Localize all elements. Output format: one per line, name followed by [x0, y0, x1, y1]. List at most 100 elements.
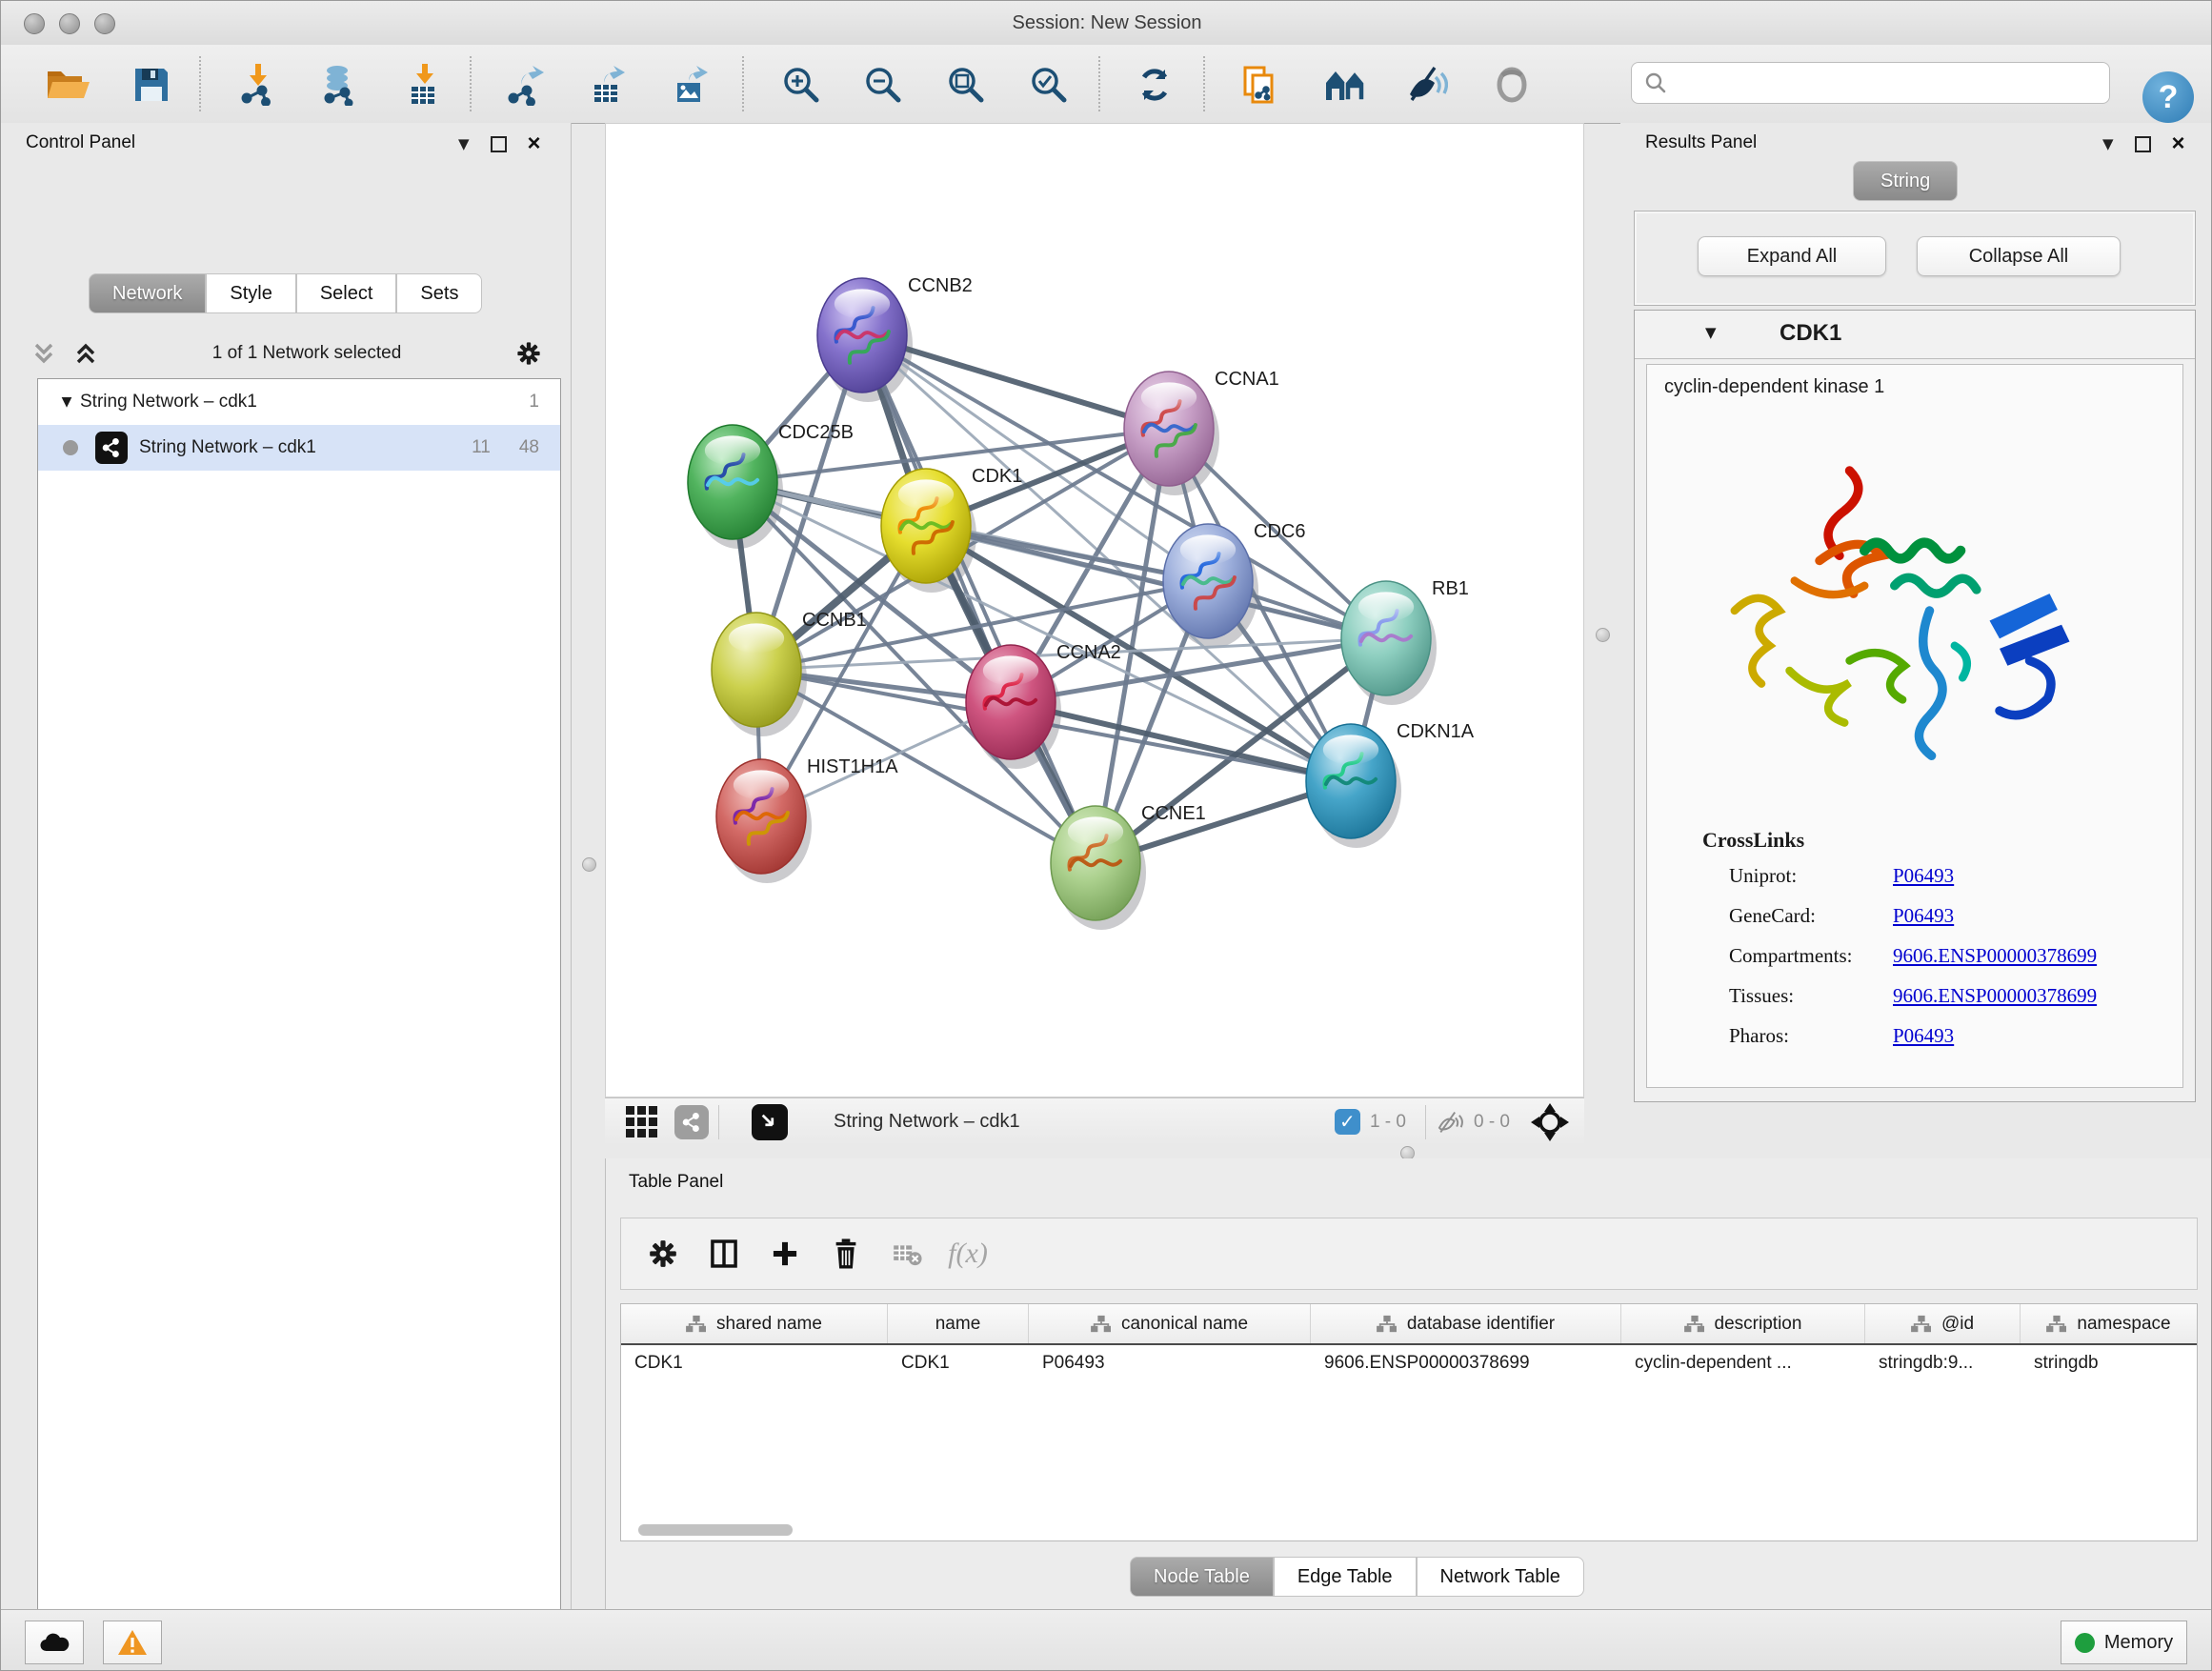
delete-table-button[interactable] — [876, 1236, 937, 1272]
memory-status-button[interactable]: Memory — [2061, 1621, 2187, 1664]
column-header[interactable]: description — [1621, 1304, 1865, 1343]
tab-node-table[interactable]: Node Table — [1130, 1557, 1274, 1597]
refresh-view-button[interactable] — [1128, 58, 1181, 111]
detach-view-icon[interactable] — [752, 1104, 788, 1140]
expand-all-icon[interactable] — [71, 339, 100, 368]
fit-selected-crosshair-icon[interactable] — [1529, 1101, 1571, 1143]
panel-float-icon[interactable]: ▼ — [458, 135, 470, 152]
plus-icon — [767, 1236, 803, 1272]
search-field[interactable] — [1631, 62, 2110, 104]
node-table[interactable]: shared name name canonical name — [620, 1303, 2198, 1541]
show-column-button[interactable] — [694, 1236, 754, 1272]
scrollbar-thumb[interactable] — [638, 1524, 793, 1536]
node-label: CDC6 — [1254, 521, 1305, 542]
hide-selected-graphics-button[interactable] — [1400, 58, 1454, 111]
table-tabs: Node TableEdge TableNetwork Table — [1130, 1557, 1584, 1597]
node-label: CCNB2 — [908, 275, 973, 296]
cell-name: CDK1 — [888, 1345, 1029, 1383]
network-row-selected[interactable]: String Network – cdk1 11 48 — [38, 425, 560, 471]
save-session-button[interactable] — [125, 58, 178, 111]
network-share-icon[interactable] — [674, 1105, 709, 1139]
table-settings-button[interactable] — [633, 1236, 694, 1272]
network-node-rb1[interactable]: RB1 — [1341, 578, 1469, 695]
zoom-out-icon — [862, 64, 904, 106]
network-selection-status: 1 of 1 Network selected — [100, 343, 513, 364]
panel-float-icon[interactable]: ▼ — [2102, 135, 2114, 152]
collapse-all-button[interactable]: Collapse All — [1917, 236, 2121, 276]
panel-close-icon[interactable]: × — [528, 134, 541, 153]
birds-eye-grid-icon[interactable] — [626, 1106, 657, 1137]
collapse-all-icon[interactable] — [30, 339, 58, 368]
crosslink-value-link[interactable]: P06493 — [1893, 864, 2097, 888]
table-horizontal-scrollbar[interactable] — [623, 1523, 2193, 1537]
left-splitter-handle[interactable] — [582, 857, 596, 872]
column-label: canonical name — [1121, 1314, 1248, 1335]
expand-all-button[interactable]: Expand All — [1698, 236, 1886, 276]
columns-icon — [706, 1236, 742, 1272]
tab-string[interactable]: String — [1853, 161, 1958, 201]
toolbar-separator — [742, 56, 744, 111]
control-panel-tabs: NetworkStyleSelectSets — [89, 273, 482, 313]
tab-network-table[interactable]: Network Table — [1417, 1557, 1584, 1597]
column-header[interactable]: @id — [1865, 1304, 2021, 1343]
entry-collapse-icon[interactable]: ▼ — [1705, 324, 1717, 341]
node-label: CDK1 — [972, 466, 1022, 487]
panel-close-icon[interactable]: × — [2172, 134, 2185, 153]
import-network-database-button[interactable] — [312, 58, 366, 111]
crosslink-value-link[interactable]: P06493 — [1893, 1024, 2097, 1048]
show-graphics-details-button[interactable] — [1485, 58, 1538, 111]
table-row[interactable]: CDK1 CDK1 P06493 9606.ENSP00000378699 cy… — [621, 1345, 2197, 1383]
function-builder-button[interactable]: f(x) — [937, 1238, 998, 1270]
results-panel-title: Results Panel — [1645, 132, 1757, 153]
tab-sets[interactable]: Sets — [396, 273, 482, 313]
network-node-ccne1[interactable]: CCNE1 — [1051, 803, 1206, 920]
network-graph[interactable]: CCNB2CCNA1CDC25BCDK1CDC6RB1CCNB1CCNA2CDK… — [606, 124, 1583, 1097]
search-input[interactable] — [1668, 71, 2081, 94]
export-image-button[interactable] — [664, 58, 717, 111]
column-header[interactable]: shared name — [621, 1304, 888, 1343]
tab-select[interactable]: Select — [296, 273, 397, 313]
network-options-gear-icon[interactable] — [513, 338, 544, 369]
warning-triangle-icon — [117, 1629, 148, 1656]
zoom-fit-button[interactable] — [939, 58, 993, 111]
network-node-ccnb2[interactable]: CCNB2 — [817, 275, 973, 393]
column-header[interactable]: database identifier — [1311, 1304, 1621, 1343]
zoom-in-button[interactable] — [774, 58, 828, 111]
import-network-file-button[interactable] — [231, 58, 285, 111]
import-table-file-button[interactable] — [398, 58, 452, 111]
right-splitter-handle[interactable] — [1596, 628, 1610, 642]
warnings-button[interactable] — [103, 1621, 162, 1664]
help-button[interactable]: ? — [2142, 71, 2194, 123]
first-neighbors-button[interactable] — [1318, 58, 1372, 111]
panel-maximize-icon[interactable] — [2135, 136, 2151, 152]
column-header[interactable]: namespace — [2021, 1304, 2197, 1343]
open-session-button[interactable] — [41, 58, 94, 111]
create-column-button[interactable] — [754, 1236, 815, 1272]
tab-edge-table[interactable]: Edge Table — [1274, 1557, 1417, 1597]
network-node-ccna2[interactable]: CCNA2 — [966, 642, 1121, 759]
network-canvas[interactable]: CCNB2CCNA1CDC25BCDK1CDC6RB1CCNB1CCNA2CDK… — [605, 123, 1584, 1097]
tab-style[interactable]: Style — [206, 273, 295, 313]
column-header[interactable]: canonical name — [1029, 1304, 1311, 1343]
hidden-counts: 0 - 0 — [1474, 1112, 1510, 1133]
crosslink-value-link[interactable]: 9606.ENSP00000378699 — [1893, 944, 2097, 968]
network-node-ccna1[interactable]: CCNA1 — [1124, 369, 1279, 486]
cloud-status-button[interactable] — [25, 1621, 84, 1664]
zoom-out-button[interactable] — [856, 58, 910, 111]
delete-column-button[interactable] — [815, 1236, 876, 1272]
export-table-button[interactable] — [581, 58, 634, 111]
export-network-button[interactable] — [498, 58, 552, 111]
crosslink-value-link[interactable]: P06493 — [1893, 904, 2097, 928]
crosslink-value-link[interactable]: 9606.ENSP00000378699 — [1893, 984, 2097, 1008]
column-header[interactable]: name — [888, 1304, 1029, 1343]
tab-network[interactable]: Network — [89, 273, 206, 313]
entry-header-row[interactable]: ▼ CDK1 — [1635, 311, 2195, 359]
selected-checkbox-icon[interactable]: ✓ — [1335, 1109, 1360, 1135]
tree-expander-icon[interactable]: ▼ — [53, 394, 80, 410]
network-collection-row[interactable]: ▼ String Network – cdk1 1 — [38, 379, 560, 425]
zoom-selected-button[interactable] — [1022, 58, 1076, 111]
table-panel: Table Panel ▼ × — [605, 1158, 2212, 1609]
network-snapshot-button[interactable] — [1234, 58, 1287, 111]
panel-maximize-icon[interactable] — [491, 136, 507, 152]
hidden-eye-slash-icon[interactable] — [1436, 1110, 1464, 1135]
